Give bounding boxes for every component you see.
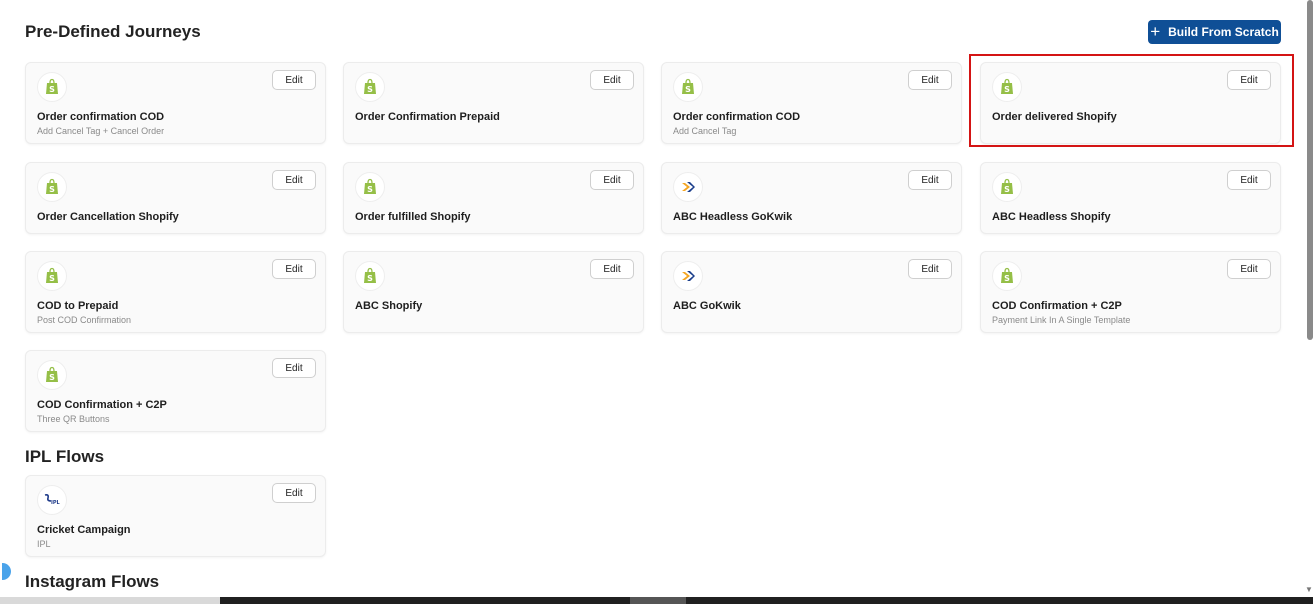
- edit-button[interactable]: Edit: [272, 483, 316, 503]
- svg-text:S: S: [685, 85, 691, 94]
- journey-subtitle: Add Cancel Tag + Cancel Order: [37, 126, 165, 136]
- vertical-scrollbar[interactable]: [1307, 0, 1313, 340]
- instagram-section-title: Instagram Flows: [25, 572, 160, 591]
- gokwik-icon: [673, 261, 703, 291]
- edit-button[interactable]: Edit: [590, 170, 634, 190]
- shopify-icon: S: [37, 261, 67, 291]
- journey-subtitle: Add Cancel Tag: [673, 126, 737, 136]
- svg-text:S: S: [49, 85, 55, 94]
- journey-subtitle: IPL: [37, 539, 51, 549]
- shopify-icon: S: [992, 261, 1022, 291]
- journey-card[interactable]: S Edit Order Cancellation Shopify: [25, 162, 326, 234]
- edit-button[interactable]: Edit: [1227, 70, 1271, 90]
- journey-card[interactable]: Edit ABC Headless GoKwik: [661, 162, 962, 234]
- journey-subtitle: Payment Link In A Single Template: [992, 315, 1131, 325]
- svg-text:S: S: [49, 373, 55, 382]
- journey-title: Order Confirmation Prepaid: [355, 111, 500, 123]
- shopify-icon: S: [37, 72, 67, 102]
- edit-button[interactable]: Edit: [272, 259, 316, 279]
- svg-text:S: S: [49, 274, 55, 283]
- journey-card[interactable]: S Edit Order Confirmation Prepaid: [343, 62, 644, 144]
- ipl-icon: IPL: [37, 485, 67, 515]
- journey-title: Cricket Campaign: [37, 524, 131, 536]
- journey-title: Order fulfilled Shopify: [355, 211, 471, 223]
- shopify-icon: S: [355, 172, 385, 202]
- shopify-icon: S: [37, 172, 67, 202]
- gokwik-icon: [673, 172, 703, 202]
- shopify-icon: S: [992, 72, 1022, 102]
- journey-title: ABC Shopify: [355, 300, 423, 312]
- edit-button[interactable]: Edit: [908, 70, 952, 90]
- journey-title: Order confirmation COD: [673, 111, 801, 123]
- journey-card[interactable]: S Edit Order delivered Shopify: [980, 62, 1281, 144]
- journey-title: COD Confirmation + C2P: [37, 399, 167, 411]
- journey-subtitle: Three QR Buttons: [37, 414, 110, 424]
- side-handle[interactable]: [2, 563, 11, 580]
- journey-title: ABC Headless GoKwik: [673, 211, 793, 223]
- svg-text:S: S: [367, 185, 373, 194]
- journey-card[interactable]: S Edit Order confirmation COD Add Cancel…: [661, 62, 962, 144]
- journey-card[interactable]: S Edit Order fulfilled Shopify: [343, 162, 644, 234]
- scroll-down-arrow-icon[interactable]: ▼: [1305, 585, 1313, 594]
- ipl-section-title: IPL Flows: [25, 447, 105, 466]
- edit-button[interactable]: Edit: [908, 170, 952, 190]
- journey-title: ABC Headless Shopify: [992, 211, 1111, 223]
- edit-button[interactable]: Edit: [1227, 259, 1271, 279]
- journey-title: Order delivered Shopify: [992, 111, 1117, 123]
- shopify-icon: S: [673, 72, 703, 102]
- journey-card[interactable]: S Edit Order confirmation COD Add Cancel…: [25, 62, 326, 144]
- svg-text:S: S: [1004, 274, 1010, 283]
- journey-card[interactable]: IPL Edit Cricket Campaign IPL: [25, 475, 326, 557]
- journey-title: ABC GoKwik: [673, 300, 741, 312]
- shopify-icon: S: [992, 172, 1022, 202]
- svg-text:S: S: [367, 85, 373, 94]
- shopify-icon: S: [37, 360, 67, 390]
- page-title: Pre-Defined Journeys: [25, 22, 201, 41]
- edit-button[interactable]: Edit: [1227, 170, 1271, 190]
- journey-card[interactable]: S Edit ABC Headless Shopify: [980, 162, 1281, 234]
- journey-title: Order confirmation COD: [37, 111, 165, 123]
- journey-title: COD Confirmation + C2P: [992, 300, 1122, 312]
- journey-title: COD to Prepaid: [37, 300, 119, 312]
- edit-button[interactable]: Edit: [908, 259, 952, 279]
- edit-button[interactable]: Edit: [272, 358, 316, 378]
- journey-card[interactable]: S Edit COD Confirmation + C2P Payment Li…: [980, 251, 1281, 333]
- shopify-icon: S: [355, 72, 385, 102]
- svg-text:S: S: [1004, 85, 1010, 94]
- journey-card[interactable]: S Edit COD Confirmation + C2P Three QR B…: [25, 350, 326, 432]
- build-from-scratch-label: Build From Scratch: [1168, 25, 1279, 39]
- build-from-scratch-button[interactable]: + Build From Scratch: [1148, 20, 1281, 44]
- svg-text:S: S: [1004, 185, 1010, 194]
- bottom-bar: [0, 597, 1313, 604]
- svg-text:S: S: [49, 185, 55, 194]
- plus-icon: +: [1150, 21, 1161, 41]
- journey-title: Order Cancellation Shopify: [37, 211, 179, 223]
- journey-card[interactable]: S Edit ABC Shopify: [343, 251, 644, 333]
- journey-card[interactable]: Edit ABC GoKwik: [661, 251, 962, 333]
- svg-text:S: S: [367, 274, 373, 283]
- edit-button[interactable]: Edit: [590, 70, 634, 90]
- edit-button[interactable]: Edit: [272, 170, 316, 190]
- journey-subtitle: Post COD Confirmation: [37, 315, 132, 325]
- journey-card[interactable]: S Edit COD to Prepaid Post COD Confirmat…: [25, 251, 326, 333]
- svg-text:IPL: IPL: [51, 500, 61, 506]
- shopify-icon: S: [355, 261, 385, 291]
- edit-button[interactable]: Edit: [272, 70, 316, 90]
- edit-button[interactable]: Edit: [590, 259, 634, 279]
